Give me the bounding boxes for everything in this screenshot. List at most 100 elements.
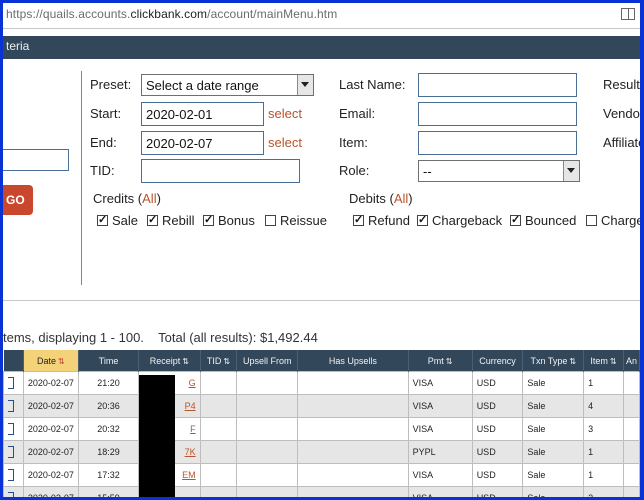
column-header-date[interactable]: Date ⇅ — [23, 350, 79, 372]
an-cell — [622, 394, 640, 418]
pmt-cell: PYPL — [407, 440, 473, 464]
row-checkbox-icon[interactable] — [8, 400, 14, 412]
debit-bounced-checkbox[interactable]: ✓ Bounced — [510, 213, 576, 228]
email-input[interactable] — [418, 102, 577, 126]
debit-refund-checkbox[interactable]: ✓ Refund — [353, 213, 410, 228]
receipt-link[interactable]: F — [190, 424, 196, 434]
currency-cell: USD — [471, 440, 524, 464]
checkbox-unchecked-icon[interactable] — [586, 215, 597, 226]
table-row[interactable]: 2020-02-07 20:32 F VISA USD Sale 3 — [3, 417, 640, 441]
txn-type-cell: Sale — [522, 417, 585, 441]
credits-all-link[interactable]: All — [142, 191, 156, 206]
row-checkbox-icon[interactable] — [8, 377, 14, 389]
credit-bonus-checkbox[interactable]: ✓ Bonus — [203, 213, 255, 228]
checkbox-checked-icon[interactable]: ✓ — [417, 215, 428, 226]
row-checkbox-icon[interactable] — [8, 492, 14, 497]
date-cell: 2020-02-07 — [22, 394, 79, 418]
sort-icon: ⇅ — [445, 356, 453, 366]
credit-reissue-checkbox[interactable]: Reissue — [265, 213, 327, 228]
debits-all-link[interactable]: All — [394, 191, 408, 206]
last-name-input[interactable] — [418, 73, 577, 97]
results-label: Results — [603, 77, 644, 92]
column-header-tid[interactable]: TID ⇅ — [200, 350, 238, 372]
checkbox-checked-icon[interactable]: ✓ — [203, 215, 214, 226]
receipt-link[interactable]: EM — [182, 470, 196, 480]
table-row[interactable]: 2020-02-07 15:59 VISA USD Sale 2 — [3, 486, 640, 497]
start-select-link[interactable]: select — [268, 106, 302, 121]
receipt-link[interactable]: G — [189, 378, 196, 388]
row-select-cell[interactable] — [3, 417, 24, 441]
role-select[interactable]: -- — [418, 160, 580, 182]
start-date-input[interactable]: 2020-02-01 — [141, 102, 264, 126]
receipt-link[interactable]: P4 — [185, 401, 196, 411]
tid-cell — [199, 371, 238, 395]
time-cell: 20:32 — [77, 417, 140, 441]
row-select-cell[interactable] — [3, 463, 24, 487]
pmt-cell: VISA — [407, 463, 473, 487]
end-select-link[interactable]: select — [268, 135, 302, 150]
address-bar[interactable]: https://quails.accounts.clickbank.com/ac… — [3, 3, 640, 29]
sort-icon: ⇅ — [569, 356, 577, 366]
go-button[interactable]: GO — [3, 185, 33, 215]
email-label: Email: — [339, 106, 376, 121]
tid-input[interactable] — [141, 159, 300, 183]
column-header-pmt[interactable]: Pmt ⇅ — [408, 350, 473, 372]
credit-sale-checkbox[interactable]: ✓ Sale — [97, 213, 138, 228]
chevron-down-icon[interactable] — [563, 161, 579, 181]
table-row[interactable]: 2020-02-07 18:29 7K PYPL USD Sale 1 — [3, 440, 640, 464]
has-upsells-cell — [297, 394, 409, 418]
row-select-cell[interactable] — [3, 486, 24, 497]
time-cell: 18:29 — [77, 440, 140, 464]
row-checkbox-icon[interactable] — [8, 423, 14, 435]
row-checkbox-icon[interactable] — [8, 469, 14, 481]
tid-label: TID: — [90, 163, 115, 178]
credit-rebill-checkbox[interactable]: ✓ Rebill — [147, 213, 195, 228]
currency-cell: USD — [471, 394, 524, 418]
txn-type-cell: Sale — [522, 371, 585, 395]
sort-icon: ⇅ — [182, 356, 189, 366]
receipt-link[interactable]: 7K — [185, 447, 196, 457]
item-input[interactable] — [418, 131, 577, 155]
reader-view-icon[interactable] — [621, 8, 635, 20]
item-cell: 3 — [583, 417, 624, 441]
horizontal-divider — [3, 300, 640, 301]
upsell-from-cell — [236, 440, 299, 464]
url-text[interactable]: https://quails.accounts.clickbank.com/ac… — [6, 7, 337, 21]
left-partial-input[interactable] — [3, 149, 69, 171]
column-header-upsell-from[interactable]: Upsell From — [236, 350, 299, 372]
row-select-cell[interactable] — [3, 394, 24, 418]
column-header-item[interactable]: Item ⇅ — [583, 350, 624, 372]
item-cell: 2 — [583, 486, 624, 497]
preset-select[interactable]: Select a date range — [141, 74, 314, 96]
row-select-cell[interactable] — [3, 440, 24, 464]
table-row[interactable]: 2020-02-07 20:36 P4 VISA USD Sale 4 — [3, 394, 640, 418]
checkbox-checked-icon[interactable]: ✓ — [97, 215, 108, 226]
table-row[interactable]: 2020-02-07 17:32 EM VISA USD Sale 1 — [3, 463, 640, 487]
upsell-from-cell — [236, 371, 299, 395]
checkbox-checked-icon[interactable]: ✓ — [147, 215, 158, 226]
table-row[interactable]: 2020-02-07 21:20 G VISA USD Sale 1 — [3, 371, 640, 395]
end-date-input[interactable]: 2020-02-07 — [141, 131, 264, 155]
preset-label: Preset: — [90, 77, 132, 92]
chevron-down-icon[interactable] — [297, 75, 313, 95]
column-header-time[interactable]: Time — [78, 350, 140, 372]
debit-chargeback-checkbox[interactable]: ✓ Chargeback — [417, 213, 502, 228]
column-header-has-upsells[interactable]: Has Upsells — [297, 350, 409, 372]
checkbox-label: Bounced — [525, 213, 577, 228]
row-select-cell[interactable] — [3, 371, 24, 395]
an-cell — [622, 486, 640, 497]
debits-label: Debits — [349, 191, 386, 206]
column-header-receipt[interactable]: Receipt ⇅ — [138, 350, 201, 372]
column-header-txn-type[interactable]: Txn Type ⇅ — [522, 350, 585, 372]
upsell-from-cell — [236, 394, 299, 418]
url-prefix: https://quails.accounts. — [6, 7, 131, 21]
checkbox-checked-icon[interactable]: ✓ — [510, 215, 521, 226]
debit-charge-checkbox[interactable]: Charge — [586, 213, 640, 228]
currency-cell: USD — [471, 463, 524, 487]
column-header-an[interactable]: An — [623, 350, 640, 372]
row-checkbox-icon[interactable] — [8, 446, 14, 458]
checkbox-unchecked-icon[interactable] — [265, 215, 276, 226]
checkbox-checked-icon[interactable]: ✓ — [353, 215, 364, 226]
column-header-currency[interactable]: Currency — [472, 350, 524, 372]
pmt-cell: VISA — [407, 417, 473, 441]
